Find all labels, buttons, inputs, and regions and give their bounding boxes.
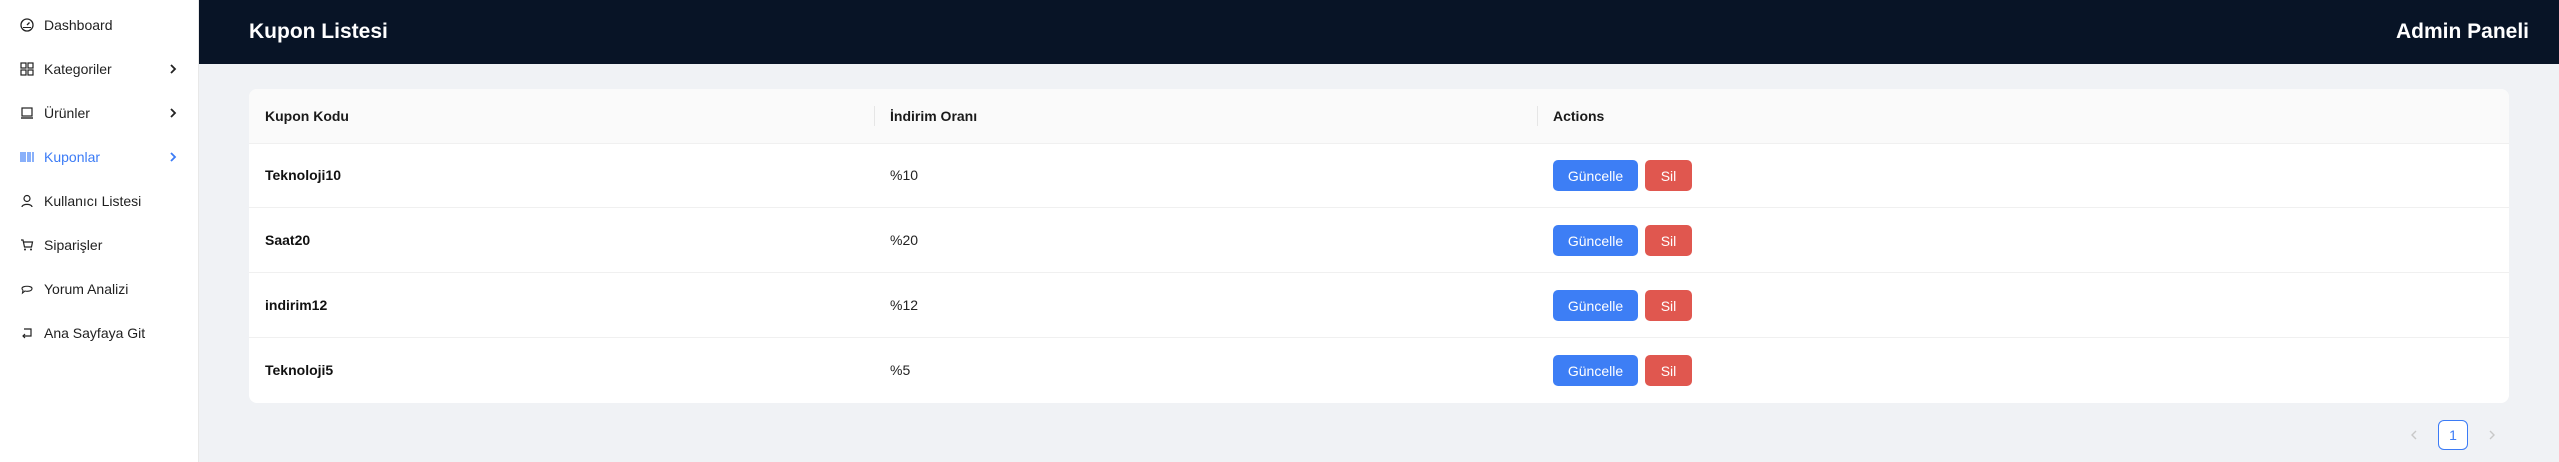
- chevron-right-icon: [166, 150, 180, 164]
- column-divider: [1537, 106, 1538, 126]
- sidebar-item-kuponlar[interactable]: Kuponlar: [0, 135, 199, 179]
- sidebar-item-label: Ürünler: [44, 105, 90, 121]
- top-header: Kupon Listesi Admin Paneli: [199, 0, 2559, 64]
- dashboard-icon: [19, 17, 35, 33]
- table-row: indirim12 %12 Güncelle Sil: [249, 273, 2509, 338]
- sidebar-item-label: Ana Sayfaya Git: [44, 325, 146, 341]
- table-header: Kupon Kodu İndirim Oranı Actions: [249, 89, 2509, 144]
- coupon-code: Saat20: [265, 232, 311, 248]
- sidebar-item-label: Kategoriler: [44, 61, 112, 77]
- page-title: Kupon Listesi: [249, 20, 388, 43]
- table-row: Teknoloji10 %10 Güncelle Sil: [249, 143, 2509, 208]
- column-header-actions: Actions: [1553, 108, 1605, 124]
- update-button[interactable]: Güncelle: [1553, 355, 1638, 386]
- chevron-right-icon: [166, 106, 180, 120]
- admin-panel-title: Admin Paneli: [2395, 20, 2529, 43]
- pagination-next-button[interactable]: [2476, 420, 2508, 452]
- comments-icon: [19, 281, 35, 297]
- sidebar-item-urunler[interactable]: Ürünler: [0, 91, 199, 135]
- sidebar: Dashboard Kategoriler Ürünler Kuponlar K…: [0, 0, 199, 462]
- table-row: Teknoloji5 %5 Güncelle Sil: [249, 338, 2509, 403]
- delete-button[interactable]: Sil: [1645, 290, 1692, 321]
- chevron-right-icon: [2488, 428, 2496, 444]
- discount-rate: %12: [890, 297, 919, 313]
- rollback-icon: [19, 325, 35, 341]
- coupon-code: Teknoloji10: [265, 167, 341, 183]
- update-button[interactable]: Güncelle: [1553, 290, 1638, 321]
- sidebar-item-label: Siparişler: [44, 237, 103, 253]
- grid-icon: [19, 61, 35, 77]
- delete-button[interactable]: Sil: [1645, 160, 1692, 191]
- discount-rate: %5: [890, 362, 911, 378]
- sidebar-item-ana-sayfaya-git[interactable]: Ana Sayfaya Git: [0, 311, 199, 355]
- discount-rate: %10: [890, 167, 919, 183]
- sidebar-item-label: Kuponlar: [44, 149, 101, 165]
- column-header-indirim-orani: İndirim Oranı: [890, 108, 978, 124]
- laptop-icon: [19, 105, 35, 121]
- sidebar-item-yorum-analizi[interactable]: Yorum Analizi: [0, 267, 199, 311]
- barcode-icon: [19, 149, 35, 165]
- column-header-kupon-kodu: Kupon Kodu: [265, 108, 349, 124]
- sidebar-item-siparisler[interactable]: Siparişler: [0, 223, 199, 267]
- sidebar-item-kategoriler[interactable]: Kategoriler: [0, 47, 199, 91]
- sidebar-item-dashboard[interactable]: Dashboard: [0, 3, 199, 47]
- column-divider: [874, 106, 875, 126]
- sidebar-item-label: Yorum Analizi: [44, 281, 129, 297]
- sidebar-item-label: Dashboard: [44, 17, 113, 33]
- delete-button[interactable]: Sil: [1645, 355, 1692, 386]
- sidebar-item-label: Kullanıcı Listesi: [44, 193, 142, 209]
- chevron-left-icon: [2410, 428, 2418, 444]
- table-row: Saat20 %20 Güncelle Sil: [249, 208, 2509, 273]
- cart-icon: [19, 237, 35, 253]
- pagination-page-1[interactable]: 1: [2438, 420, 2468, 450]
- user-icon: [19, 193, 35, 209]
- pagination-prev-button[interactable]: [2398, 420, 2430, 452]
- update-button[interactable]: Güncelle: [1553, 225, 1638, 256]
- sidebar-item-kullanici-listesi[interactable]: Kullanıcı Listesi: [0, 179, 199, 223]
- coupon-code: Teknoloji5: [265, 362, 334, 378]
- chevron-right-icon: [166, 62, 180, 76]
- update-button[interactable]: Güncelle: [1553, 160, 1638, 191]
- delete-button[interactable]: Sil: [1645, 225, 1692, 256]
- coupon-table: Kupon Kodu İndirim Oranı Actions Teknolo…: [249, 89, 2509, 403]
- discount-rate: %20: [890, 232, 919, 248]
- coupon-code: indirim12: [265, 297, 328, 313]
